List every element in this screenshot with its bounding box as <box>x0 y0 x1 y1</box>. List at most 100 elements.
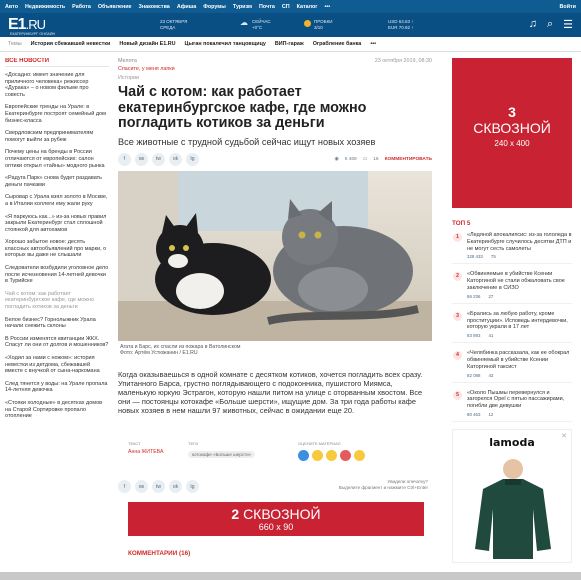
menu-icon[interactable]: ☰ <box>563 18 573 31</box>
weather-temp: +0°С <box>252 24 263 30</box>
topbar-link-forums[interactable]: Форумы <box>203 4 226 10</box>
top5-comments: 43 <box>488 372 494 378</box>
ad-h-title: 2 СКВОЗНОЙ <box>128 506 424 522</box>
article-footer-meta: ТЕКСТ Анна ЖИТЕВА ТЕГИ котокафе «Больше … <box>118 441 428 467</box>
rubric-link[interactable]: Мелота <box>118 58 137 64</box>
news-item[interactable]: Европейские тренды на Урале: в Екатеринб… <box>5 104 109 124</box>
author-link[interactable]: Анна ЖИТЕВА <box>128 449 163 455</box>
telegram-icon[interactable]: tg <box>186 480 199 493</box>
topbar-more[interactable]: ••• <box>325 4 331 10</box>
ad-v-number: 3 <box>508 104 516 120</box>
currency-block[interactable]: USD 63.63 ↑ EUR 70.92 ↑ <box>388 19 414 30</box>
lamoda-ad[interactable]: ✕ lamoda <box>452 428 572 563</box>
site-header: E1.RU ЕКАТЕРИНБУРГ ОНЛАЙН 23 ОКТЯБРЯ СРЕ… <box>0 13 581 37</box>
photo-caption: Агата и Барс, их спасли из пожара в Вато… <box>120 344 420 356</box>
comment-button[interactable]: КОММЕНТИРОВАТЬ <box>385 157 432 162</box>
share-row: f вк tw ok tg ◉ 6 469 ▭ 16 КОММЕНТИРОВАТ… <box>118 152 432 166</box>
news-item[interactable]: «Я паркуюсь как...» из-за новых правил з… <box>5 214 109 234</box>
twitter-icon[interactable]: tw <box>152 480 165 493</box>
vk-icon[interactable]: вк <box>135 152 148 166</box>
rate-smile-icon[interactable] <box>312 450 323 461</box>
weather-block[interactable]: ☁ СЕЙЧАС +0°С <box>240 19 271 30</box>
eur-rate: EUR 70.92 ↑ <box>388 24 414 30</box>
telegram-icon[interactable]: tg <box>186 152 199 166</box>
news-item[interactable]: Сыровар с Урала взял золото в Москве, а … <box>5 194 109 207</box>
top5-stats: 86 236 27 <box>467 294 572 299</box>
top-bar: Авто Недвижимость Работа Объявление Знак… <box>0 0 581 13</box>
top5-comments: 41 <box>488 333 494 339</box>
search-icon[interactable]: ⌕ <box>547 18 553 31</box>
top5-item[interactable]: 3 «Брались за любую работу, кроме прости… <box>452 311 572 344</box>
news-item[interactable]: «Ходил за нами с ножом»: история невестк… <box>5 355 109 375</box>
facebook-icon[interactable]: f <box>118 480 131 493</box>
news-item[interactable]: «Стояки холодные» в десятках домов на Ст… <box>5 400 109 420</box>
odnoklassniki-icon[interactable]: ok <box>169 480 182 493</box>
top5-rank: 3 <box>453 311 462 321</box>
vk-icon[interactable]: вк <box>135 480 148 493</box>
topbar-link-tourism[interactable]: Туризм <box>233 4 252 10</box>
twitter-icon[interactable]: tw <box>152 152 165 166</box>
rate-sad-icon[interactable] <box>340 450 351 461</box>
notification-icon[interactable]: ♫ <box>529 18 537 31</box>
news-item[interactable]: Почему цены на бренды в России отличаютс… <box>5 149 109 169</box>
topbar-link-realty[interactable]: Недвижимость <box>25 4 65 10</box>
top5-views: 86 236 <box>467 293 481 299</box>
topic-link[interactable]: История сбежавшей невестки <box>31 41 111 47</box>
article-photo <box>118 171 432 341</box>
page-bottom-edge <box>0 572 581 580</box>
news-item[interactable]: Хорошо забытое новое: десять классных ав… <box>5 239 109 259</box>
news-item[interactable]: Следователи возбудили уголовное дело пос… <box>5 265 109 285</box>
ad-banner-vertical[interactable]: 3 СКВОЗНОЙ 240 х 400 <box>452 58 572 208</box>
top5-text: «Обвиняемые в убийстве Ксении Каторгиной… <box>467 271 565 291</box>
tag-chip[interactable]: котокафе «Больше шерсти» <box>188 451 256 458</box>
top5-item[interactable]: 1 «Ледяной апокалипсис: из-за гололеда в… <box>452 232 572 265</box>
topbar-link-afisha[interactable]: Афиша <box>177 4 196 10</box>
news-item[interactable]: «Радуга Парк» снова будет раздавать день… <box>5 175 109 188</box>
topbar-link-sp[interactable]: СП <box>282 4 290 10</box>
topic-link[interactable]: Ограбление банка <box>313 41 362 47</box>
top5-item[interactable]: 2 «Обвиняемые в убийстве Ксении Каторгин… <box>452 271 572 304</box>
ad-banner-horizontal[interactable]: 2 СКВОЗНОЙ 660 х 90 <box>128 502 424 536</box>
facebook-icon[interactable]: f <box>118 152 131 166</box>
topbar-link-ads[interactable]: Объявление <box>98 4 132 10</box>
topbar-link-mail[interactable]: Почта <box>259 4 275 10</box>
news-item[interactable]: В России изменятся квитанции ЖКХ. Спасут… <box>5 336 109 349</box>
rate-angry-icon[interactable] <box>298 450 309 461</box>
topic-link[interactable]: Цыган покалечил танцовщицу <box>185 41 266 47</box>
news-item[interactable]: Белое бизнес? Горнолыжник Урала начали с… <box>5 317 109 330</box>
news-item-current[interactable]: Чай с котом: как работает екатеринбургск… <box>5 291 109 311</box>
traffic-block[interactable]: ПРОБКИ 3/10 <box>304 19 332 30</box>
usd-rate: USD 63.63 ↑ <box>388 19 414 24</box>
rate-laugh-icon[interactable] <box>354 450 365 461</box>
top5-item[interactable]: 5 «Около Пышмы перевернулся и загорелся … <box>452 390 572 422</box>
news-item[interactable]: «Досадно: имеет значение для приличного … <box>5 72 109 98</box>
comments-heading[interactable]: КОММЕНТАРИИ (16) <box>128 550 190 557</box>
top5-comments: 75 <box>490 254 496 260</box>
login-link[interactable]: Войти <box>560 4 576 10</box>
topic-link[interactable]: ВИП-гараж <box>275 41 304 47</box>
news-item[interactable]: След тянется у воды: на Урале пропала 14… <box>5 381 109 394</box>
topics-more[interactable]: ••• <box>370 41 376 47</box>
top5-rank: 5 <box>453 390 462 400</box>
article-date: 23 октября 2019, 08:30 <box>374 58 432 64</box>
subrubric-link[interactable]: Спасите, у меня лапки <box>118 66 432 72</box>
topic-link[interactable]: Новый дизайн E1.RU <box>119 41 175 47</box>
page: Авто Недвижимость Работа Объявление Знак… <box>0 0 581 580</box>
top5-text: «Около Пышмы перевернулся и загорелся Op… <box>467 389 565 410</box>
topbar-link-job[interactable]: Работа <box>72 4 91 10</box>
topbar-link-dating[interactable]: Знакомства <box>139 4 170 10</box>
topbar-link-auto[interactable]: Авто <box>5 4 18 10</box>
top5-stats: 83 893 41 <box>467 333 572 338</box>
ad-v-word: СКВОЗНОЙ <box>473 120 551 136</box>
top5-item[interactable]: 4 «Челябинка рассказала, как ее обокрал … <box>452 350 572 383</box>
odnoklassniki-icon[interactable]: ok <box>169 152 182 166</box>
news-item[interactable]: Свердловским предпринимателям помогут вы… <box>5 130 109 143</box>
all-news-title[interactable]: ВСЕ НОВОСТИ <box>5 58 109 67</box>
section-label: Истории <box>118 75 139 81</box>
cats-photo-illustration <box>118 171 432 341</box>
rate-surprised-icon[interactable] <box>326 450 337 461</box>
all-news-column: ВСЕ НОВОСТИ «Досадно: имеет значение для… <box>5 58 109 573</box>
ad-close-icon[interactable]: ✕ <box>561 432 567 440</box>
topbar-link-catalog[interactable]: Каталог <box>297 4 318 10</box>
top5-stats: 82 088 43 <box>467 373 572 378</box>
